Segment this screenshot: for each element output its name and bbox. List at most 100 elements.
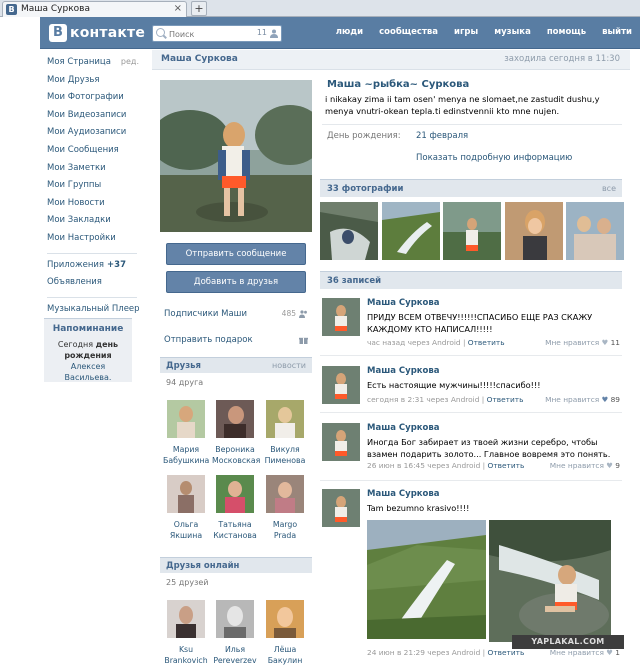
avatar-photo xyxy=(160,80,312,232)
friend-card[interactable]: Мария Бабушкина xyxy=(163,400,209,466)
nav-logout[interactable]: выйти xyxy=(602,27,632,37)
post-author-avatar[interactable] xyxy=(322,298,360,336)
photos-title: 33 фотографии xyxy=(327,184,404,194)
send-gift-row[interactable]: Отправить подарок xyxy=(164,335,310,349)
post-time: 24 июн в 21:29 через Android xyxy=(367,648,481,657)
photo-thumbnail[interactable] xyxy=(505,202,563,260)
edit-link[interactable]: ред. xyxy=(121,55,139,69)
post-photo[interactable] xyxy=(489,520,611,642)
photo-thumbnail[interactable] xyxy=(443,202,501,260)
sidebar-item-music-player[interactable]: Музыкальный Плеер xyxy=(47,302,147,320)
photos-all-link[interactable]: все xyxy=(602,184,616,193)
friend-avatar xyxy=(266,600,304,638)
sidebar-item-bookmarks[interactable]: Мои Закладки xyxy=(47,213,147,231)
sidebar-item-messages[interactable]: Мои Сообщения xyxy=(47,143,147,161)
post-author-avatar[interactable] xyxy=(322,366,360,404)
sidebar-item-friends[interactable]: Мои Друзья xyxy=(47,73,147,91)
post-photo[interactable] xyxy=(367,520,486,639)
site-header: В контакте 11 люди сообщества игры музык… xyxy=(40,17,640,49)
sidebar-item-apps[interactable]: Приложения +37 xyxy=(47,258,147,276)
nav-communities[interactable]: сообщества xyxy=(379,27,438,37)
nav-help[interactable]: помощь xyxy=(547,27,586,37)
sidebar-divider xyxy=(47,296,137,298)
friend-first-name: Илья xyxy=(224,645,246,654)
online-friend-card[interactable]: Ksu Brankovich xyxy=(163,600,209,666)
sidebar-item-my-page[interactable]: Моя Страница ред. xyxy=(47,55,147,73)
like-button[interactable]: Мне нравится ♥ 1 xyxy=(550,648,620,657)
friends-count: 94 друга xyxy=(166,378,204,387)
sidebar-item-groups[interactable]: Мои Группы xyxy=(47,178,147,196)
like-button[interactable]: Мне нравится ♥ 11 xyxy=(545,338,620,347)
friend-last-name: Бабушкина xyxy=(163,456,210,465)
photo-thumbnail[interactable] xyxy=(566,202,624,260)
heart-icon: ♥ xyxy=(601,395,609,404)
reminder-person-link[interactable]: Алексея Васильева. xyxy=(65,362,112,382)
photos-section-header[interactable]: 33 фотографии все xyxy=(320,179,622,197)
close-tab-icon[interactable]: × xyxy=(174,3,182,14)
send-message-button[interactable]: Отправить сообщение xyxy=(166,243,306,265)
vk-logo[interactable]: В контакте xyxy=(49,23,145,43)
sidebar-item-notes[interactable]: Мои Заметки xyxy=(47,161,147,179)
profile-avatar[interactable] xyxy=(160,80,312,232)
search-box[interactable]: 11 xyxy=(152,25,282,42)
friend-first-name: Margo xyxy=(272,520,298,529)
like-label: Мне нравится xyxy=(549,648,604,657)
sidebar-item-label: Приложения xyxy=(47,259,105,270)
friend-last-name: Якшина xyxy=(169,531,203,540)
friend-first-name: Ольга xyxy=(173,520,199,529)
friends-online-section-header[interactable]: Друзья онлайн xyxy=(160,557,312,573)
sidebar-item-photos[interactable]: Мои Фотографии xyxy=(47,90,147,108)
photo-thumbnail[interactable] xyxy=(382,202,440,260)
birthday-value[interactable]: 21 февраля xyxy=(416,131,468,141)
friend-card[interactable]: Margo Prada xyxy=(262,475,308,541)
like-button[interactable]: Мне нравится ♥ 89 xyxy=(545,395,620,404)
post-text: Tam bezumno krasivo!!!! xyxy=(367,503,470,513)
browser-tab[interactable]: В Маша Суркова × xyxy=(2,1,187,17)
friend-card[interactable]: Вероника Московская xyxy=(212,400,260,466)
nav-people[interactable]: люди xyxy=(336,27,363,37)
like-button[interactable]: Мне нравится ♥ 9 xyxy=(550,461,620,470)
reply-link[interactable]: Ответить xyxy=(487,395,524,404)
vk-logo-text: контакте xyxy=(70,25,146,41)
add-friend-button[interactable]: Добавить в друзья xyxy=(166,271,306,293)
post-author-avatar[interactable] xyxy=(322,423,360,461)
people-icon xyxy=(299,310,307,318)
sidebar-item-videos[interactable]: Мои Видеозаписи xyxy=(47,108,147,126)
reply-link[interactable]: Ответить xyxy=(468,338,505,347)
new-tab-button[interactable]: + xyxy=(191,1,207,16)
sidebar-item-ads[interactable]: Объявления xyxy=(47,275,147,293)
like-count: 9 xyxy=(615,461,620,470)
watermark: YAPLAKAL.COM xyxy=(512,635,624,649)
friend-last-name: Бакулин xyxy=(267,656,303,665)
online-friend-card[interactable]: Лёша Бакулин xyxy=(262,600,308,666)
post-author-avatar[interactable] xyxy=(322,489,360,527)
post-author[interactable]: Маша Суркова xyxy=(367,423,440,433)
friend-card[interactable]: Ольга Якшина xyxy=(163,475,209,541)
sidebar-item-news[interactable]: Мои Новости xyxy=(47,196,147,214)
reply-link[interactable]: Ответить xyxy=(488,461,525,470)
friend-card[interactable]: Викуля Пименова xyxy=(262,400,308,466)
photo-thumbnail[interactable] xyxy=(320,202,378,260)
reply-link[interactable]: Ответить xyxy=(488,648,525,657)
sidebar-item-settings[interactable]: Мои Настройки xyxy=(47,231,147,249)
search-input[interactable] xyxy=(169,28,249,40)
online-friend-card[interactable]: Илья Pereverzev xyxy=(212,600,258,666)
wall-post: Маша Суркова Иногда Бог забирает из твое… xyxy=(320,423,622,485)
sidebar-item-audio[interactable]: Мои Аудиозаписи xyxy=(47,125,147,143)
friends-section-header[interactable]: Друзья новости xyxy=(160,357,312,373)
post-author[interactable]: Маша Суркова xyxy=(367,489,440,499)
nav-games[interactable]: игры xyxy=(454,27,478,37)
friend-card[interactable]: Татьяна Кистанова xyxy=(212,475,258,541)
show-more-info-link[interactable]: Показать подробную информацию xyxy=(416,153,572,163)
post-meta: сегодня в 2:31 через Android | Ответить xyxy=(367,395,524,404)
subscribers-row[interactable]: Подписчики Маши 485 xyxy=(164,309,310,323)
friend-last-name: Кистанова xyxy=(213,531,257,540)
post-meta: час назад через Android | Ответить xyxy=(367,338,505,347)
post-author[interactable]: Маша Суркова xyxy=(367,298,440,308)
wall-section-header[interactable]: 36 записей xyxy=(320,271,622,289)
left-sidebar-menu: Моя Страница ред. Мои Друзья Мои Фотограф… xyxy=(47,55,147,319)
sidebar-divider xyxy=(47,252,137,254)
post-author[interactable]: Маша Суркова xyxy=(367,366,440,376)
friends-news-link[interactable]: новости xyxy=(272,361,306,370)
nav-music[interactable]: музыка xyxy=(494,27,531,37)
